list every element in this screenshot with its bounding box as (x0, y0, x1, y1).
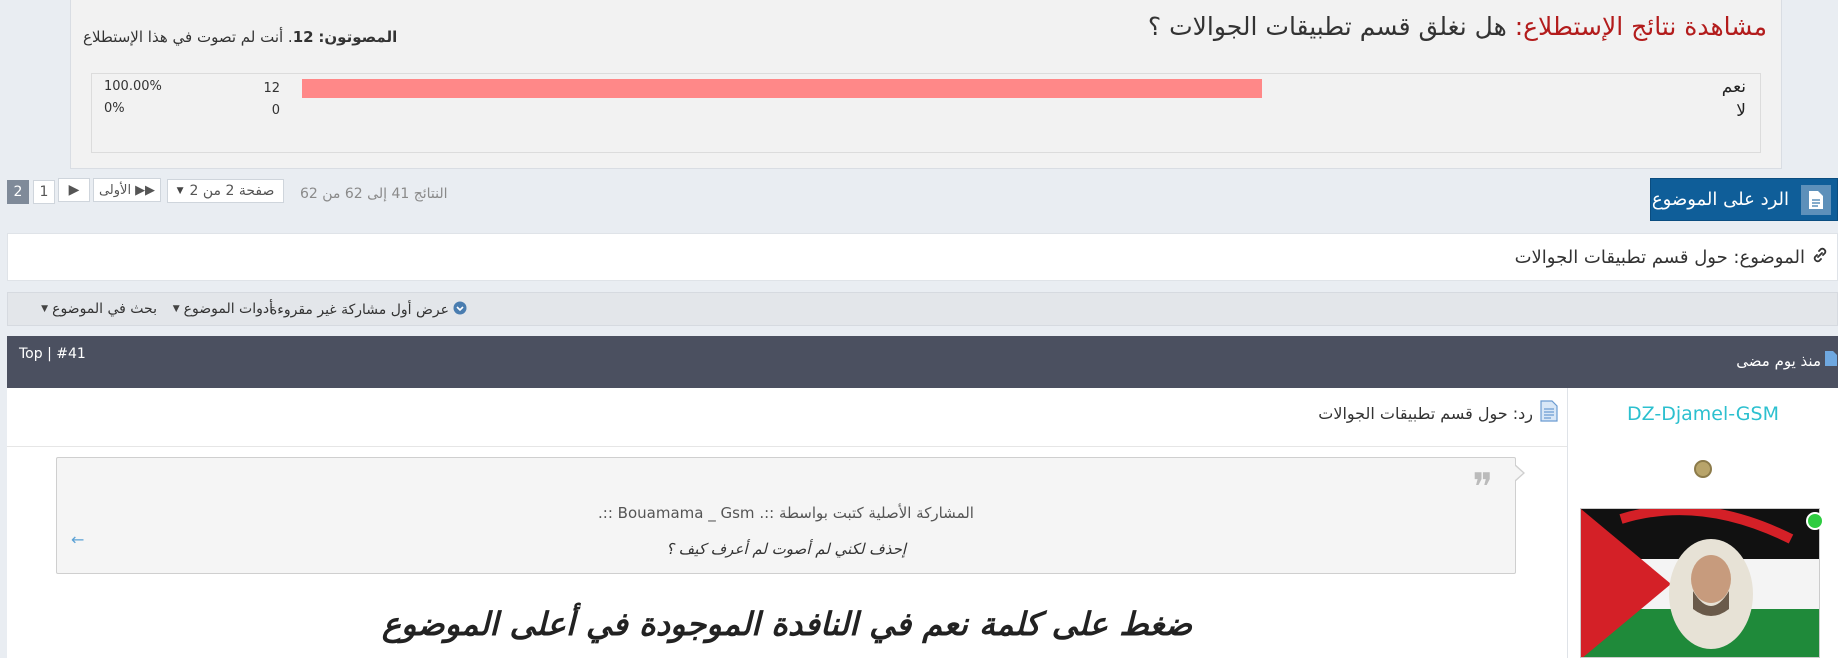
view-post-arrow-icon[interactable]: ← (71, 530, 84, 549)
post-header: منذ يوم مضى Top | #41 (7, 336, 1838, 388)
link-icon (1811, 246, 1829, 269)
caret-down-icon: ▼ (176, 186, 184, 196)
quote-author: المشاركة الأصلية كتبت بواسطة ::. Bouamam… (598, 504, 974, 522)
topic-title-bar: الموضوع: حول قسم تطبيقات الجوالات (7, 233, 1838, 281)
page-select-dropdown[interactable]: صفحة 2 من 2 ▼ (167, 179, 284, 203)
page-2-current[interactable]: 2 (7, 180, 29, 204)
poll-results: مشاهدة نتائج الإستطلاع: هل نغلق قسم تطبي… (70, 0, 1782, 169)
document-icon (1824, 350, 1838, 371)
post-title-text: رد: حول قسم تطبيقات الجوالات (1318, 403, 1533, 423)
quote-block: ❞ المشاركة الأصلية كتبت بواسطة ::. Bouam… (56, 457, 1516, 574)
thread-tools-dropdown[interactable]: أدوات الموضوع ▼ (173, 301, 273, 317)
quote-notch-inner (1514, 465, 1523, 481)
post-title: رد: حول قسم تطبيقات الجوالات (1318, 400, 1559, 426)
poll-options: نعم 12 100.00% لا 0 0% (91, 73, 1761, 153)
double-chevron-right-icon: ▶▶ (135, 182, 156, 198)
post-separator (7, 446, 1567, 447)
first-unread-link[interactable]: عرض أول مشاركة غير مقروءة (270, 301, 467, 319)
arrow-circle-icon (453, 301, 467, 319)
search-thread-dropdown[interactable]: بحث في الموضوع ▼ (41, 301, 157, 317)
page-1-link[interactable]: 1 (33, 180, 55, 204)
first-page-button[interactable]: ▶▶ الأولى (93, 178, 161, 202)
poll-option-bar (302, 79, 1262, 98)
topic-title: الموضوع: حول قسم تطبيقات الجوالات (1515, 246, 1829, 269)
poll-option-count: 12 (263, 81, 280, 96)
rank-icon (1694, 460, 1712, 478)
poll-option-label: نعم (1721, 77, 1746, 97)
avatar[interactable] (1580, 508, 1820, 658)
post-number-link[interactable]: Top | #41 (19, 346, 86, 362)
poll-option-label: لا (1736, 101, 1746, 121)
reply-label: الرد على الموضوع (1651, 189, 1789, 210)
thread-tools-label: أدوات الموضوع (183, 301, 273, 317)
poll-option-percent: 100.00% (104, 79, 162, 94)
poll-option-percent: 0% (104, 101, 125, 116)
next-page-button[interactable]: ▶ (58, 178, 90, 202)
triangle-right-icon: ▶ (68, 182, 80, 198)
document-icon (1801, 184, 1831, 215)
topic-title-text: الموضوع: حول قسم تطبيقات الجوالات (1514, 247, 1805, 268)
results-count: النتائج 41 إلى 62 من 62 (300, 186, 448, 202)
voters-note: . أنت لم تصوت في هذا الإستطلاع (83, 28, 293, 46)
quote-mark-icon: ❞ (1472, 465, 1493, 509)
poll-title-prefix: مشاهدة نتائج الإستطلاع: (1514, 12, 1767, 41)
first-page-label: الأولى (98, 182, 132, 198)
page-select-label: صفحة 2 من 2 (189, 183, 275, 199)
post-date-text: منذ يوم مضى (1736, 351, 1821, 370)
username-link[interactable]: DZ-Djamel-GSM (1568, 403, 1838, 425)
post-date: منذ يوم مضى (1736, 350, 1838, 371)
poll-option-count: 0 (271, 103, 280, 118)
caret-down-icon: ▼ (172, 304, 180, 314)
thread-tools-bar: عرض أول مشاركة غير مقروءة أدوات الموضوع … (7, 292, 1838, 326)
voters-label: المصوتون: (318, 28, 398, 46)
poll-title: مشاهدة نتائج الإستطلاع: هل نغلق قسم تطبي… (1148, 12, 1767, 41)
poll-question: هل نغلق قسم تطبيقات الجوالات ؟ (1147, 12, 1515, 41)
reply-to-topic-button[interactable]: الرد على الموضوع (1650, 178, 1838, 221)
first-unread-label: عرض أول مشاركة غير مقروءة (269, 302, 449, 318)
document-icon (1539, 400, 1559, 426)
poll-voters: المصوتون: 12. أنت لم تصوت في هذا الإستطل… (83, 28, 397, 46)
caret-down-icon: ▼ (41, 304, 49, 314)
post-message: ضغط على كلمة نعم في النافدة الموجودة في … (381, 605, 1193, 643)
voters-count: 12 (292, 28, 314, 46)
search-thread-label: بحث في الموضوع (52, 301, 157, 317)
online-status-icon (1806, 512, 1824, 530)
quote-text: إحذف لكني لم أصوت لم أعرف كيف ؟ (665, 540, 907, 558)
